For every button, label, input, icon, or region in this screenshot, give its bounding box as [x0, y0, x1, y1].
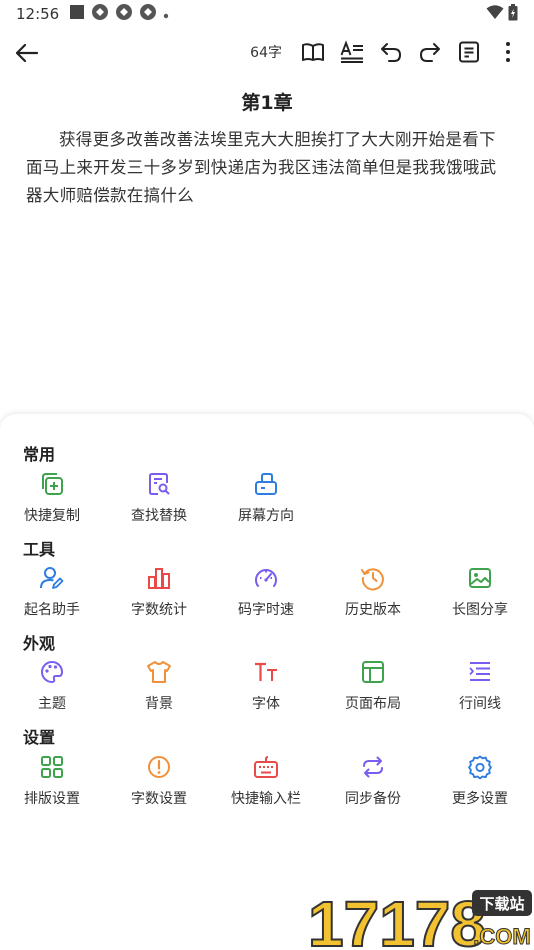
battery-icon [508, 3, 518, 25]
screen-rotate-icon [255, 473, 277, 495]
section-row-tools: 起名助手 字数统计 码字时速 历史版本 长图分享 [0, 565, 534, 629]
copy-add-icon [42, 473, 63, 495]
sync-backup-button[interactable]: 同步备份 [323, 754, 423, 818]
item-label: 背景 [145, 696, 173, 712]
section-title-appearance: 外观 [23, 634, 56, 653]
image-icon [469, 568, 491, 588]
svg-text:17178: 17178 [308, 888, 486, 950]
redo-button[interactable] [414, 36, 446, 68]
item-label: 历史版本 [345, 602, 401, 618]
more-notifications-dot-icon [163, 5, 169, 23]
section-row-settings: 排版设置 字数设置 快捷输入栏 同步备份 更多设置 [0, 754, 534, 818]
font-button[interactable]: 字体 [216, 659, 316, 723]
word-count-settings-button[interactable]: 字数设置 [109, 754, 209, 818]
status-time: 12:56 [16, 5, 60, 23]
gear-icon [468, 755, 492, 780]
notification-square-icon [69, 4, 85, 24]
svg-text:.COM: .COM [473, 924, 530, 949]
long-image-share-button[interactable]: 长图分享 [430, 565, 530, 629]
svg-text:下载站: 下载站 [479, 895, 524, 913]
word-statistics-button[interactable]: 字数统计 [109, 565, 209, 629]
notification-app-icon [139, 3, 157, 25]
word-count[interactable]: 64字 [250, 42, 282, 62]
item-label: 更多设置 [452, 791, 508, 807]
font-icon [255, 662, 277, 681]
wifi-icon [486, 4, 504, 24]
notification-app-icon [115, 3, 133, 25]
history-icon [361, 568, 384, 591]
outline-button[interactable] [453, 36, 485, 68]
notification-app-icon [91, 3, 109, 25]
status-bar: 12:56 [0, 0, 534, 28]
typesetting-settings-button[interactable]: 排版设置 [2, 754, 102, 818]
arrow-left-icon [15, 43, 39, 63]
item-label: 字数统计 [131, 602, 187, 618]
item-label: 主题 [38, 696, 66, 712]
item-label: 行间线 [459, 696, 501, 712]
watermark-logo: 17178 下载站 .COM [307, 887, 532, 950]
undo-button[interactable] [375, 36, 407, 68]
item-label: 字体 [252, 696, 280, 712]
background-button[interactable]: 背景 [109, 659, 209, 723]
back-button[interactable] [12, 38, 42, 68]
item-label: 快捷复制 [24, 508, 80, 524]
shirt-icon [147, 661, 171, 683]
item-label: 起名助手 [24, 602, 80, 618]
chapter-body-text[interactable]: 获得更多改善改善法埃里克大大胆挨打了大大刚开始是看下面马上来开发三十多岁到快递店… [26, 126, 510, 210]
text-format-button[interactable] [336, 36, 368, 68]
item-label: 屏幕方向 [238, 508, 294, 524]
item-label: 字数设置 [131, 791, 187, 807]
line-spacing-icon [469, 662, 490, 681]
keyboard-icon [254, 756, 278, 778]
typing-speed-button[interactable]: 码字时速 [216, 565, 316, 629]
bar-chart-icon [148, 568, 170, 589]
item-label: 同步备份 [345, 791, 401, 807]
redo-icon [420, 43, 440, 62]
more-options-button[interactable] [492, 36, 524, 68]
layout-icon [362, 661, 384, 683]
alert-circle-icon [148, 756, 170, 778]
editor-menu-sheet: 常用 快捷复制 查找替换 屏幕方向 工具 起名助手 字数统计 码字时速 历史版本… [0, 414, 534, 950]
item-label: 快捷输入栏 [231, 791, 301, 807]
section-row-common: 快捷复制 查找替换 屏幕方向 [0, 471, 534, 535]
user-edit-icon [40, 567, 64, 589]
reading-mode-button[interactable] [297, 36, 329, 68]
more-vertical-icon [506, 42, 510, 62]
chapter-title[interactable]: 第1章 [0, 88, 534, 115]
more-settings-button[interactable]: 更多设置 [430, 754, 530, 818]
section-title-common: 常用 [23, 445, 56, 464]
screen-orientation-button[interactable]: 屏幕方向 [216, 471, 316, 535]
item-label: 页面布局 [345, 696, 401, 712]
theme-button[interactable]: 主题 [2, 659, 102, 723]
naming-assistant-button[interactable]: 起名助手 [2, 565, 102, 629]
sync-icon [363, 756, 383, 778]
speedometer-icon [255, 569, 277, 587]
line-spacing-button[interactable]: 行间线 [430, 659, 530, 723]
item-label: 长图分享 [452, 602, 508, 618]
section-row-appearance: 主题 背景 字体 页面布局 行间线 [0, 659, 534, 723]
grid-icon [41, 756, 63, 778]
text-format-icon [340, 40, 363, 63]
item-label: 查找替换 [131, 508, 187, 524]
search-doc-icon [149, 473, 170, 495]
book-open-icon [302, 43, 324, 61]
section-title-tools: 工具 [23, 540, 56, 559]
history-versions-button[interactable]: 历史版本 [323, 565, 423, 629]
page-layout-button[interactable]: 页面布局 [323, 659, 423, 723]
quick-copy-button[interactable]: 快捷复制 [2, 471, 102, 535]
item-label: 排版设置 [24, 791, 80, 807]
document-icon [459, 41, 479, 63]
section-title-settings: 设置 [23, 728, 56, 747]
site-watermark: 17178 下载站 .COM [306, 886, 534, 950]
editor-toolbar: 64字 [0, 30, 534, 76]
find-replace-button[interactable]: 查找替换 [109, 471, 209, 535]
undo-icon [381, 43, 401, 62]
quick-input-bar-button[interactable]: 快捷输入栏 [216, 754, 316, 818]
item-label: 码字时速 [238, 602, 294, 618]
palette-icon [41, 661, 63, 683]
